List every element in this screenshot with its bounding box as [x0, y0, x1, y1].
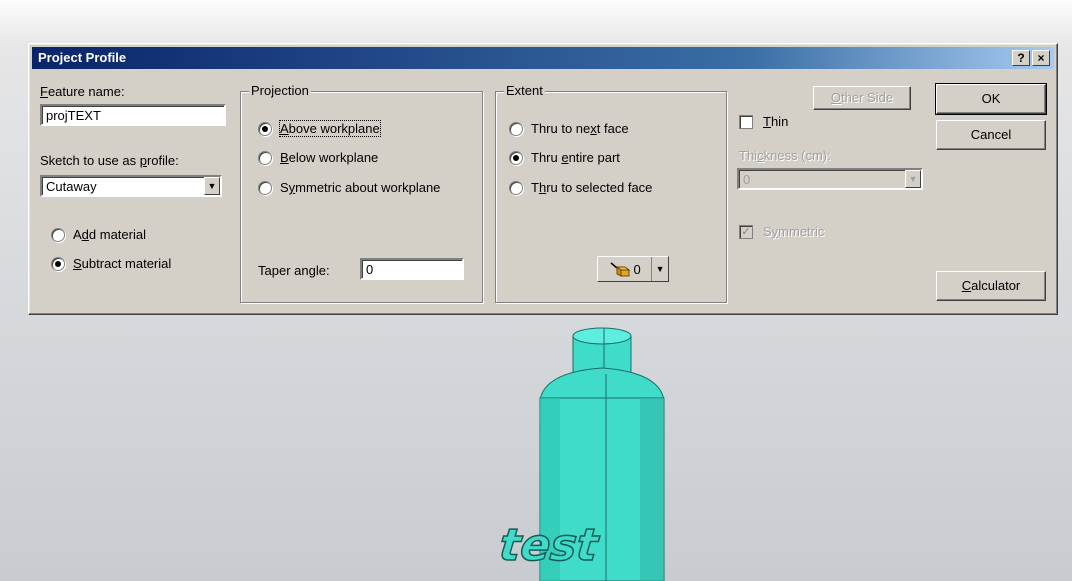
feature-name-input[interactable] — [40, 104, 226, 126]
projection-group-title: Projection — [249, 83, 311, 98]
thin-label: Thin — [763, 114, 789, 129]
above-workplane-radio[interactable] — [258, 121, 272, 136]
help-button[interactable]: ? — [1012, 50, 1030, 66]
sketch-profile-label: Sketch to use as profile: — [40, 153, 179, 168]
add-material-option[interactable]: Add material — [51, 227, 146, 242]
thickness-value: 0 — [743, 172, 751, 187]
symmetric-option[interactable]: ✓ Symmetric — [739, 224, 824, 239]
below-workplane-radio[interactable] — [258, 150, 272, 165]
thin-option[interactable]: Thin — [739, 114, 788, 129]
chevron-down-icon[interactable]: ▼ — [652, 257, 668, 281]
embossed-text: test — [497, 520, 602, 571]
extent-group: Extent Thru to next face Thru entire par… — [495, 83, 727, 303]
sketch-profile-select[interactable]: Cutaway ▼ — [40, 175, 222, 197]
symmetric-checkbox[interactable]: ✓ — [739, 224, 753, 239]
ok-button[interactable]: OK — [935, 83, 1047, 115]
sketch-profile-value: Cutaway — [46, 179, 97, 194]
feature-name-label: Feature name: — [40, 84, 125, 99]
chevron-down-icon[interactable]: ▼ — [905, 170, 921, 188]
below-workplane-label: Below workplane — [280, 150, 379, 165]
select-face-icon — [610, 262, 630, 277]
dialog-title: Project Profile — [38, 50, 127, 65]
symmetric-workplane-radio[interactable] — [258, 180, 272, 195]
chevron-down-icon[interactable]: ▼ — [204, 177, 220, 195]
thickness-label: Thickness (cm): — [739, 148, 831, 163]
above-workplane-label: Above workplane — [279, 120, 381, 137]
below-workplane-option[interactable]: Below workplane — [258, 150, 378, 165]
subtract-material-option[interactable]: Subtract material — [51, 256, 171, 271]
cancel-button[interactable]: Cancel — [936, 120, 1046, 150]
close-button[interactable]: × — [1032, 50, 1050, 66]
add-material-label: Add material — [73, 227, 146, 242]
symmetric-workplane-option[interactable]: Symmetric about workplane — [258, 180, 440, 195]
thru-next-face-radio[interactable] — [509, 121, 523, 136]
face-selector-button[interactable]: 0 ▼ — [597, 256, 669, 282]
thru-selected-face-radio[interactable] — [509, 180, 523, 195]
face-selector-count: 0 — [633, 261, 641, 277]
subtract-material-radio[interactable] — [51, 256, 65, 271]
thru-selected-face-label: Thru to selected face — [531, 180, 653, 195]
face-selector-main[interactable]: 0 — [598, 257, 653, 281]
thickness-select[interactable]: 0 ▼ — [737, 168, 923, 190]
projection-group: Projection Above workplane Below workpla… — [240, 83, 483, 303]
title-bar[interactable]: Project Profile ? × — [32, 47, 1054, 69]
other-side-button[interactable]: Other Side — [813, 86, 911, 110]
thru-next-face-option[interactable]: Thru to next face — [509, 121, 629, 136]
extent-group-title: Extent — [504, 83, 545, 98]
thru-selected-face-option[interactable]: Thru to selected face — [509, 180, 652, 195]
taper-angle-label: Taper angle: — [258, 263, 330, 278]
subtract-material-label: Subtract material — [73, 256, 172, 271]
calculator-button[interactable]: Calculator — [936, 271, 1046, 301]
thru-entire-part-option[interactable]: Thru entire part — [509, 150, 620, 165]
thin-checkbox[interactable] — [739, 114, 753, 129]
project-profile-dialog: Project Profile ? × Feature name: Sketch… — [28, 43, 1058, 315]
add-material-radio[interactable] — [51, 227, 65, 242]
thru-entire-part-label: Thru entire part — [531, 150, 620, 165]
above-workplane-option[interactable]: Above workplane — [258, 120, 381, 137]
thru-entire-part-radio[interactable] — [509, 150, 523, 165]
symmetric-label: Symmetric — [763, 224, 825, 239]
symmetric-workplane-label: Symmetric about workplane — [280, 180, 441, 195]
taper-angle-input[interactable] — [360, 258, 464, 280]
thru-next-face-label: Thru to next face — [531, 121, 629, 136]
